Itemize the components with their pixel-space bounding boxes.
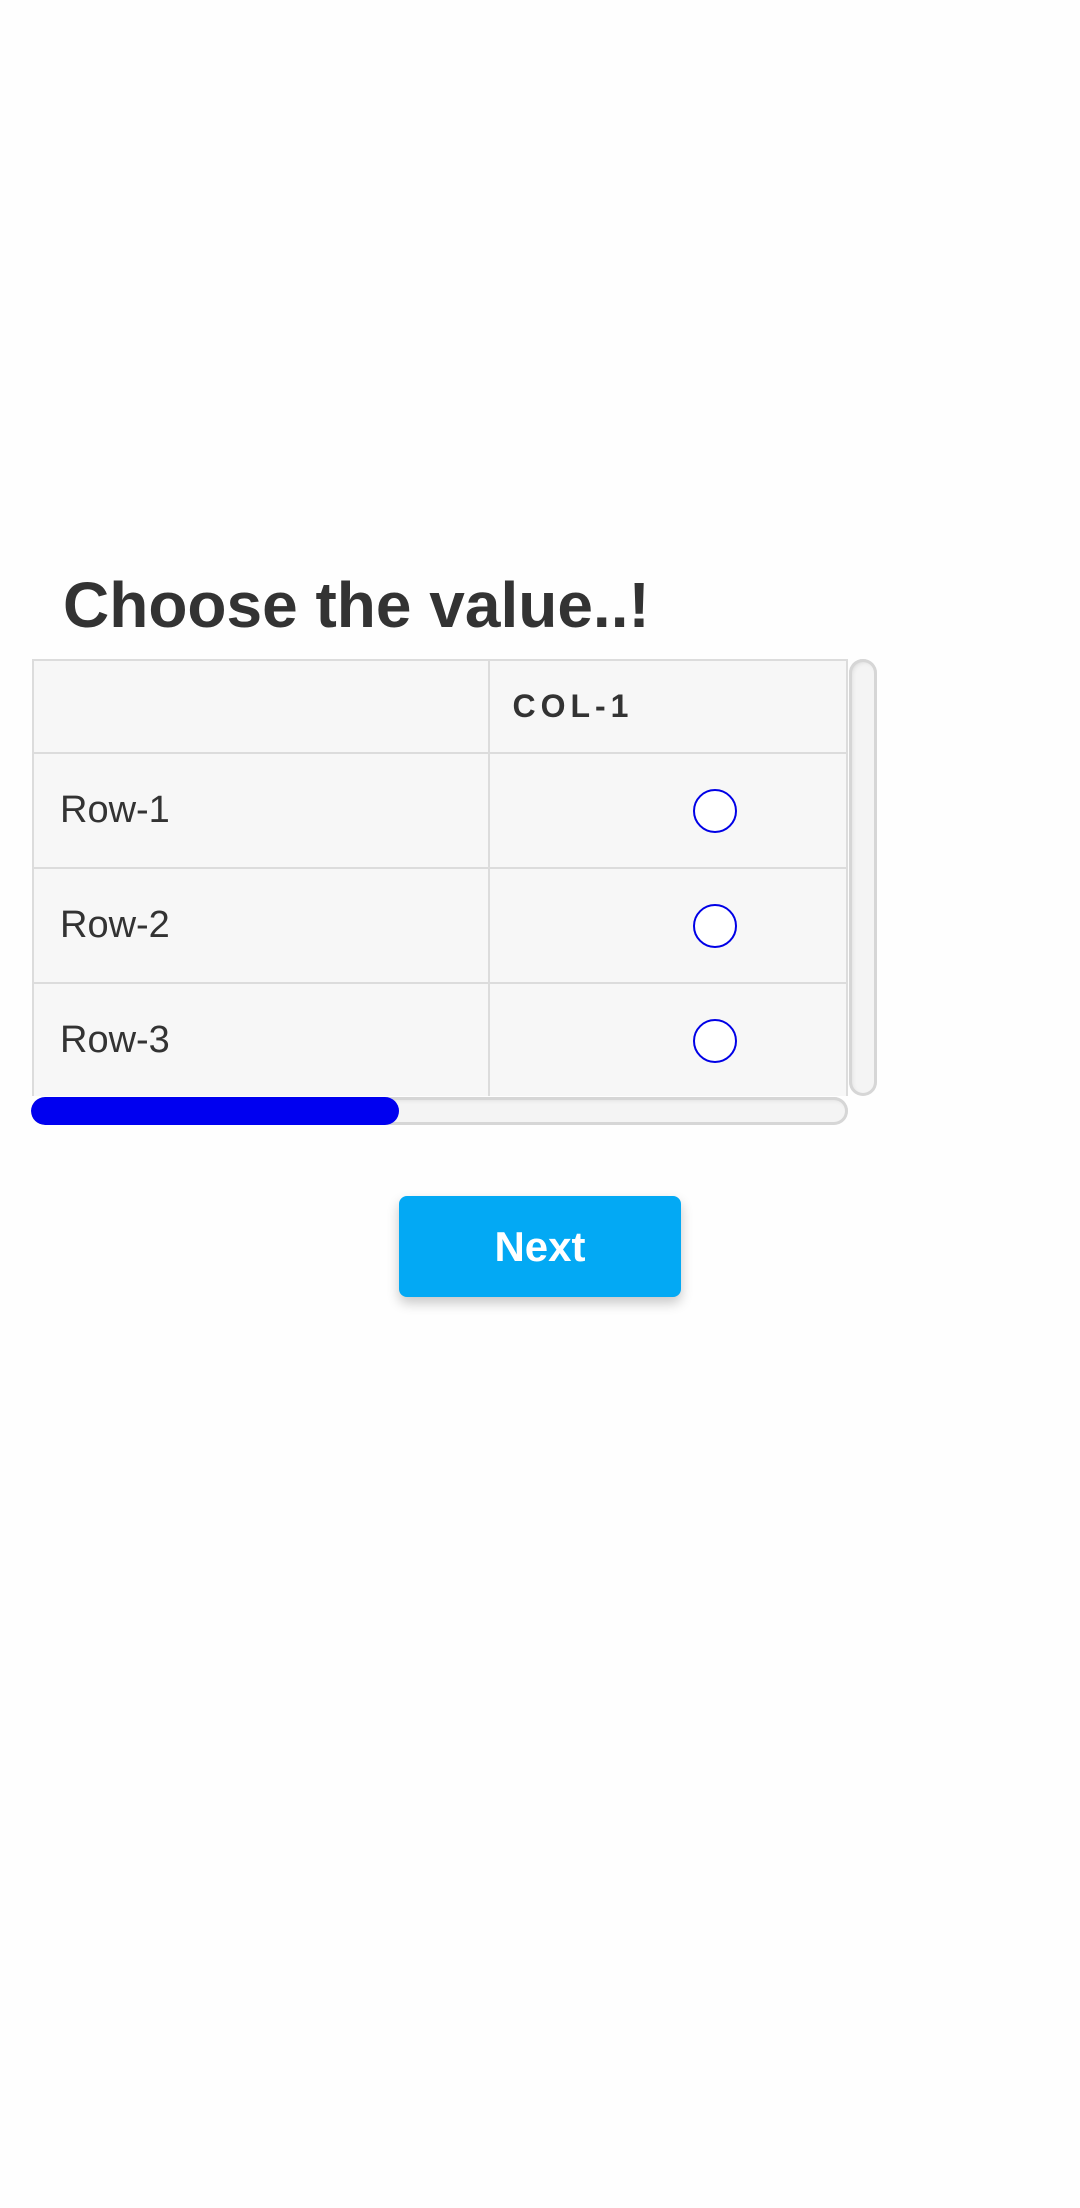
survey-page: Choose the value..! COL-1 Row-1 Row-2 Ro… (0, 0, 1080, 2208)
cell-row-1-col-1 (488, 752, 848, 869)
radio-row-1-col-1[interactable] (693, 788, 738, 833)
matrix-table: COL-1 Row-1 Row-2 Row-3 (32, 659, 848, 1096)
cell-row-3-col-1 (488, 982, 848, 1096)
next-button[interactable]: Next (399, 1196, 681, 1297)
table-row: Row-2 (32, 867, 848, 984)
vertical-scrollbar[interactable] (849, 659, 877, 1096)
matrix-corner-cell (32, 659, 491, 754)
matrix-header-row: COL-1 (32, 659, 848, 754)
radio-row-2-col-1[interactable] (693, 903, 738, 948)
column-header-col-1: COL-1 (488, 659, 848, 754)
row-label-row-2: Row-2 (32, 867, 491, 984)
row-label-row-1: Row-1 (32, 752, 491, 869)
radio-row-3-col-1[interactable] (693, 1018, 738, 1063)
horizontal-scrollbar-thumb[interactable] (31, 1097, 399, 1125)
table-row: Row-3 (32, 982, 848, 1096)
matrix-table-container: COL-1 Row-1 Row-2 Row-3 (32, 659, 848, 1096)
table-row: Row-1 (32, 752, 848, 869)
row-label-row-3: Row-3 (32, 982, 491, 1096)
question-title: Choose the value..! (63, 569, 650, 641)
horizontal-scrollbar[interactable] (31, 1097, 848, 1125)
cell-row-2-col-1 (488, 867, 848, 984)
